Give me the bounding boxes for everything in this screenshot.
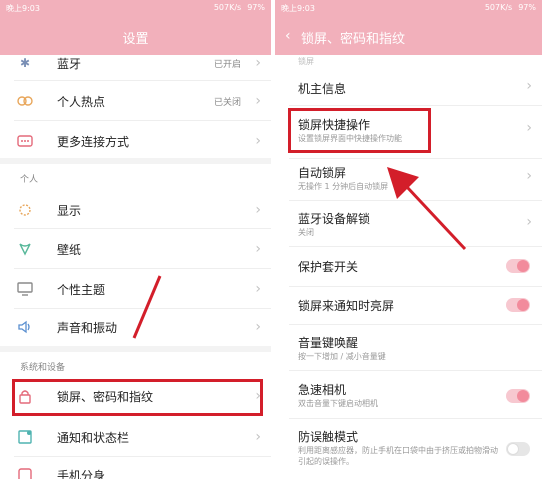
header-bar: 晚上9:03 507K/s 97% 设置 (0, 0, 271, 55)
chevron-right-icon: › (255, 281, 261, 297)
divider (289, 324, 542, 325)
setting-wake-on-notification[interactable]: 锁屏来通知时亮屏 (275, 297, 542, 317)
status-time: 晚上9:03 (6, 4, 40, 13)
settings-screen: 晚上9:03 507K/s 97% 设置 ✱ 蓝牙 已开启 › 个人热点 已关闭… (0, 0, 271, 479)
item-label: 音量键唤醒 (298, 336, 359, 350)
lockscreen-settings-screen: 晚上9:03 507K/s 97% ‹ 锁屏、密码和指纹 锁屏 机主信息 › 锁… (275, 0, 542, 479)
settings-item-more-connections[interactable]: 更多连接方式 › (0, 130, 271, 152)
section-separator (0, 346, 271, 352)
item-label: 保护套开关 (298, 260, 359, 274)
item-description: 无操作 1 分钟后自动锁屏 (298, 182, 389, 191)
divider (14, 80, 271, 81)
chevron-right-icon: › (255, 241, 261, 257)
divider (289, 158, 542, 159)
hotspot-icon (16, 92, 34, 110)
item-status: 已关闭 (213, 97, 241, 108)
notification-icon (16, 428, 34, 446)
status-battery: 97% (518, 3, 536, 12)
wake-on-notification-toggle[interactable] (506, 298, 530, 312)
status-bar: 晚上9:03 507K/s 97% (0, 3, 271, 15)
item-description: 利用距离感应器，防止手机在口袋中由于挤压或拍物滑动引起的误操作。 (298, 446, 498, 466)
speaker-icon (16, 318, 34, 336)
item-description: 按一下增加 / 减小音量键 (298, 352, 386, 361)
partial-section-label: 锁屏 (298, 57, 314, 66)
divider (289, 370, 542, 371)
wallpaper-icon (16, 240, 34, 258)
item-label: 锁屏来通知时亮屏 (298, 299, 395, 313)
highlight-box-lockscreen (12, 379, 263, 416)
anti-mistouch-toggle[interactable] (506, 442, 530, 456)
settings-item-display[interactable]: 显示 › (0, 199, 271, 221)
item-label: 蓝牙 (57, 56, 82, 71)
setting-quick-camera[interactable]: 急速相机 双击音量下键启动相机 (275, 381, 542, 411)
item-label: 自动锁屏 (298, 166, 347, 180)
setting-owner-info[interactable]: 机主信息 › (275, 78, 542, 100)
status-network-speed: 507K/s (484, 3, 513, 12)
divider (289, 286, 542, 287)
item-label: 防误触模式 (298, 430, 359, 444)
status-battery: 97% (247, 3, 265, 12)
more-connections-icon (16, 132, 34, 150)
annotation-arrow-right (387, 167, 467, 251)
divider (289, 418, 542, 419)
item-label: 机主信息 (298, 82, 347, 96)
settings-item-dual-apps[interactable]: 手机分身 (0, 464, 271, 479)
display-icon (16, 201, 34, 219)
setting-anti-mistouch[interactable]: 防误触模式 利用距离感应器，防止手机在口袋中由于挤压或拍物滑动引起的误操作。 (275, 428, 542, 476)
status-bar: 晚上9:03 507K/s 97% (275, 3, 542, 15)
page-title: 设置 (122, 32, 149, 47)
chevron-right-icon: › (255, 55, 261, 71)
chevron-right-icon: › (255, 133, 261, 149)
item-label: 急速相机 (298, 383, 347, 397)
divider (14, 456, 271, 457)
cover-switch-toggle[interactable] (506, 259, 530, 273)
chevron-right-icon: › (526, 214, 532, 230)
page-title: 锁屏、密码和指纹 (301, 32, 406, 47)
annotation-arrow-left (132, 275, 162, 339)
item-description: 关闭 (298, 228, 314, 237)
chevron-right-icon: › (255, 319, 261, 335)
chevron-right-icon: › (526, 78, 532, 94)
item-label: 蓝牙设备解锁 (298, 212, 371, 226)
chevron-right-icon: › (255, 202, 261, 218)
status-network-speed: 507K/s (213, 3, 242, 12)
item-label: 壁纸 (57, 242, 82, 257)
item-label: 个人热点 (57, 94, 106, 109)
setting-volume-key-wake[interactable]: 音量键唤醒 按一下增加 / 减小音量键 (275, 334, 542, 364)
item-label: 声音和振动 (57, 320, 118, 335)
section-header-personal: 个人 (20, 175, 39, 185)
page-title-row: ‹ 锁屏、密码和指纹 (275, 28, 542, 50)
chevron-right-icon: › (255, 93, 261, 109)
bluetooth-icon: ✱ (19, 56, 31, 70)
settings-item-wallpaper[interactable]: 壁纸 › (0, 238, 271, 260)
item-label: 个性主题 (57, 282, 106, 297)
setting-cover-switch[interactable]: 保护套开关 (275, 258, 542, 278)
divider (14, 120, 271, 121)
item-label: 手机分身 (57, 468, 106, 479)
item-status: 已开启 (213, 59, 241, 70)
divider (289, 105, 542, 106)
item-label: 更多连接方式 (57, 134, 130, 149)
item-description: 双击音量下键启动相机 (298, 399, 378, 408)
section-header-system: 系统和设备 (20, 363, 66, 373)
settings-item-bluetooth[interactable]: ✱ 蓝牙 已开启 › (0, 52, 271, 74)
chevron-right-icon: › (526, 168, 532, 184)
divider (14, 228, 271, 229)
divider (14, 268, 271, 269)
header-bar: 晚上9:03 507K/s 97% ‹ 锁屏、密码和指纹 (275, 0, 542, 55)
highlight-box-shortcuts (288, 108, 431, 153)
settings-item-notifications[interactable]: 通知和状态栏 › (0, 426, 271, 448)
theme-icon (16, 280, 34, 298)
back-arrow-icon[interactable]: ‹ (285, 28, 291, 44)
status-time: 晚上9:03 (281, 4, 315, 13)
item-label: 通知和状态栏 (57, 430, 130, 445)
chevron-right-icon: › (526, 120, 532, 136)
dual-apps-icon (16, 466, 34, 479)
item-label: 显示 (57, 203, 82, 218)
section-separator (0, 158, 271, 164)
chevron-right-icon: › (255, 429, 261, 445)
settings-item-hotspot[interactable]: 个人热点 已关闭 › (0, 90, 271, 112)
quick-camera-toggle[interactable] (506, 389, 530, 403)
